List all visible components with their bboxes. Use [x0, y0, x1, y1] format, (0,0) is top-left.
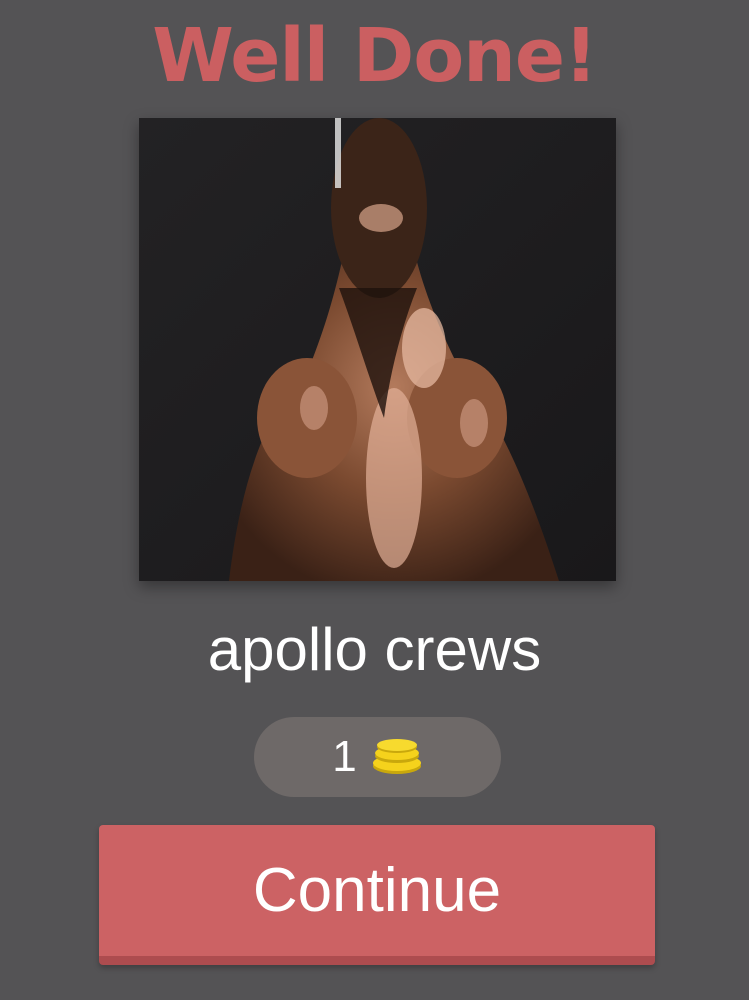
level-complete-screen: Well Done! apollo crews 1 Continue	[0, 0, 749, 1000]
coin-stack-icon	[372, 739, 421, 774]
coin-count: 1	[332, 732, 357, 781]
coin-reward-badge: 1	[254, 717, 501, 797]
continue-button[interactable]: Continue	[99, 825, 655, 965]
wrestler-photo-image	[139, 118, 616, 581]
answer-text: apollo crews	[207, 616, 542, 683]
answer-photo	[139, 118, 616, 581]
continue-button-label: Continue	[252, 855, 502, 925]
page-title: Well Done!	[152, 13, 598, 99]
